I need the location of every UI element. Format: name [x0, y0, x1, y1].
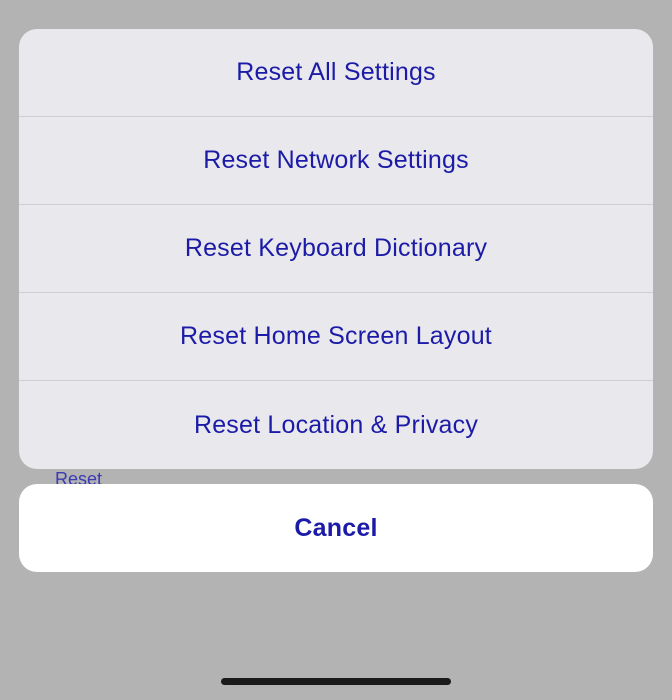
reset-network-settings-option[interactable]: Reset Network Settings	[19, 117, 653, 205]
cancel-label: Cancel	[294, 514, 377, 543]
reset-all-settings-option[interactable]: Reset All Settings	[19, 29, 653, 117]
option-label: Reset All Settings	[236, 58, 436, 87]
option-label: Reset Location & Privacy	[194, 411, 478, 440]
reset-keyboard-dictionary-option[interactable]: Reset Keyboard Dictionary	[19, 205, 653, 293]
reset-location-privacy-option[interactable]: Reset Location & Privacy	[19, 381, 653, 469]
options-list: Reset All Settings Reset Network Setting…	[19, 29, 653, 469]
option-label: Reset Keyboard Dictionary	[185, 234, 487, 263]
option-label: Reset Home Screen Layout	[180, 322, 492, 351]
option-label: Reset Network Settings	[203, 146, 469, 175]
action-sheet: Reset All Settings Reset Network Setting…	[19, 29, 653, 469]
home-indicator[interactable]	[221, 678, 451, 685]
cancel-button[interactable]: Cancel	[19, 484, 653, 572]
reset-home-screen-layout-option[interactable]: Reset Home Screen Layout	[19, 293, 653, 381]
cancel-container: Cancel	[19, 484, 653, 572]
